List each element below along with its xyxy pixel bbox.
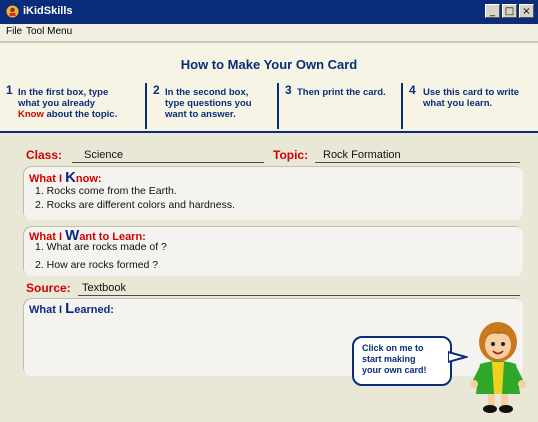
help-speech-bubble[interactable]: Click on me to start making your own car… bbox=[352, 336, 452, 386]
instruction-steps: 1 In the first box, type what you alread… bbox=[0, 81, 538, 133]
source-value[interactable]: Textbook bbox=[82, 282, 126, 294]
class-value[interactable]: Science bbox=[84, 149, 123, 161]
know-item: 2. Rocks are different colors and hardne… bbox=[35, 199, 235, 211]
want-panel[interactable]: What I Want to Learn: 1. What are rocks … bbox=[23, 226, 523, 276]
menu-bar: File Tool Menu bbox=[0, 24, 538, 42]
maximize-button[interactable]: □ bbox=[502, 4, 517, 18]
step-4: 4 Use this card to write what you learn. bbox=[403, 83, 538, 129]
class-label: Class: bbox=[26, 148, 63, 162]
step-number: 1 bbox=[6, 83, 13, 97]
source-label: Source: bbox=[26, 281, 71, 295]
know-item: 1. Rocks come from the Earth. bbox=[35, 185, 177, 197]
source-field-underline bbox=[78, 295, 520, 296]
step-number: 4 bbox=[409, 83, 416, 97]
menu-file[interactable]: File bbox=[6, 26, 22, 37]
topic-label: Topic: bbox=[273, 148, 309, 162]
want-item: 1. What are rocks made of ? bbox=[35, 241, 167, 253]
step-text: In the first box, type what you already … bbox=[18, 87, 118, 120]
learned-heading: What I Learned: bbox=[29, 300, 114, 317]
step-2: 2 In the second box, type questions you … bbox=[147, 83, 279, 129]
topic-value[interactable]: Rock Formation bbox=[323, 149, 401, 161]
step-text: In the second box, type questions you wa… bbox=[165, 87, 252, 120]
step-number: 2 bbox=[153, 83, 160, 97]
app-icon bbox=[6, 5, 19, 18]
know-panel[interactable]: What I Know: 1. Rocks come from the Eart… bbox=[23, 166, 523, 220]
menu-tool-menu[interactable]: Tool Menu bbox=[26, 26, 72, 37]
bubble-tail bbox=[448, 350, 468, 364]
window-title: iKidSkills bbox=[23, 5, 73, 17]
topic-field-underline bbox=[315, 162, 520, 163]
want-item: 2. How are rocks formed ? bbox=[35, 259, 159, 271]
page-title: How to Make Your Own Card bbox=[180, 57, 358, 72]
step-text: Then print the card. bbox=[297, 87, 386, 98]
helper-girl-character[interactable] bbox=[466, 320, 530, 416]
step-1: 1 In the first box, type what you alread… bbox=[4, 83, 147, 129]
step-3: 3 Then print the card. bbox=[279, 83, 403, 129]
minimize-button[interactable]: _ bbox=[485, 4, 500, 18]
step-number: 3 bbox=[285, 83, 292, 97]
app-window: iKidSkills _ □ × File Tool Menu How to M… bbox=[0, 0, 538, 422]
close-button[interactable]: × bbox=[519, 4, 534, 18]
step-text: Use this card to write what you learn. bbox=[423, 87, 520, 109]
instructions-header: How to Make Your Own Card bbox=[0, 42, 538, 83]
class-field-underline bbox=[72, 162, 264, 163]
help-text: Click on me to start making your own car… bbox=[362, 343, 427, 375]
title-bar: iKidSkills _ □ × bbox=[0, 0, 538, 24]
know-heading: What I Know: bbox=[29, 169, 102, 186]
